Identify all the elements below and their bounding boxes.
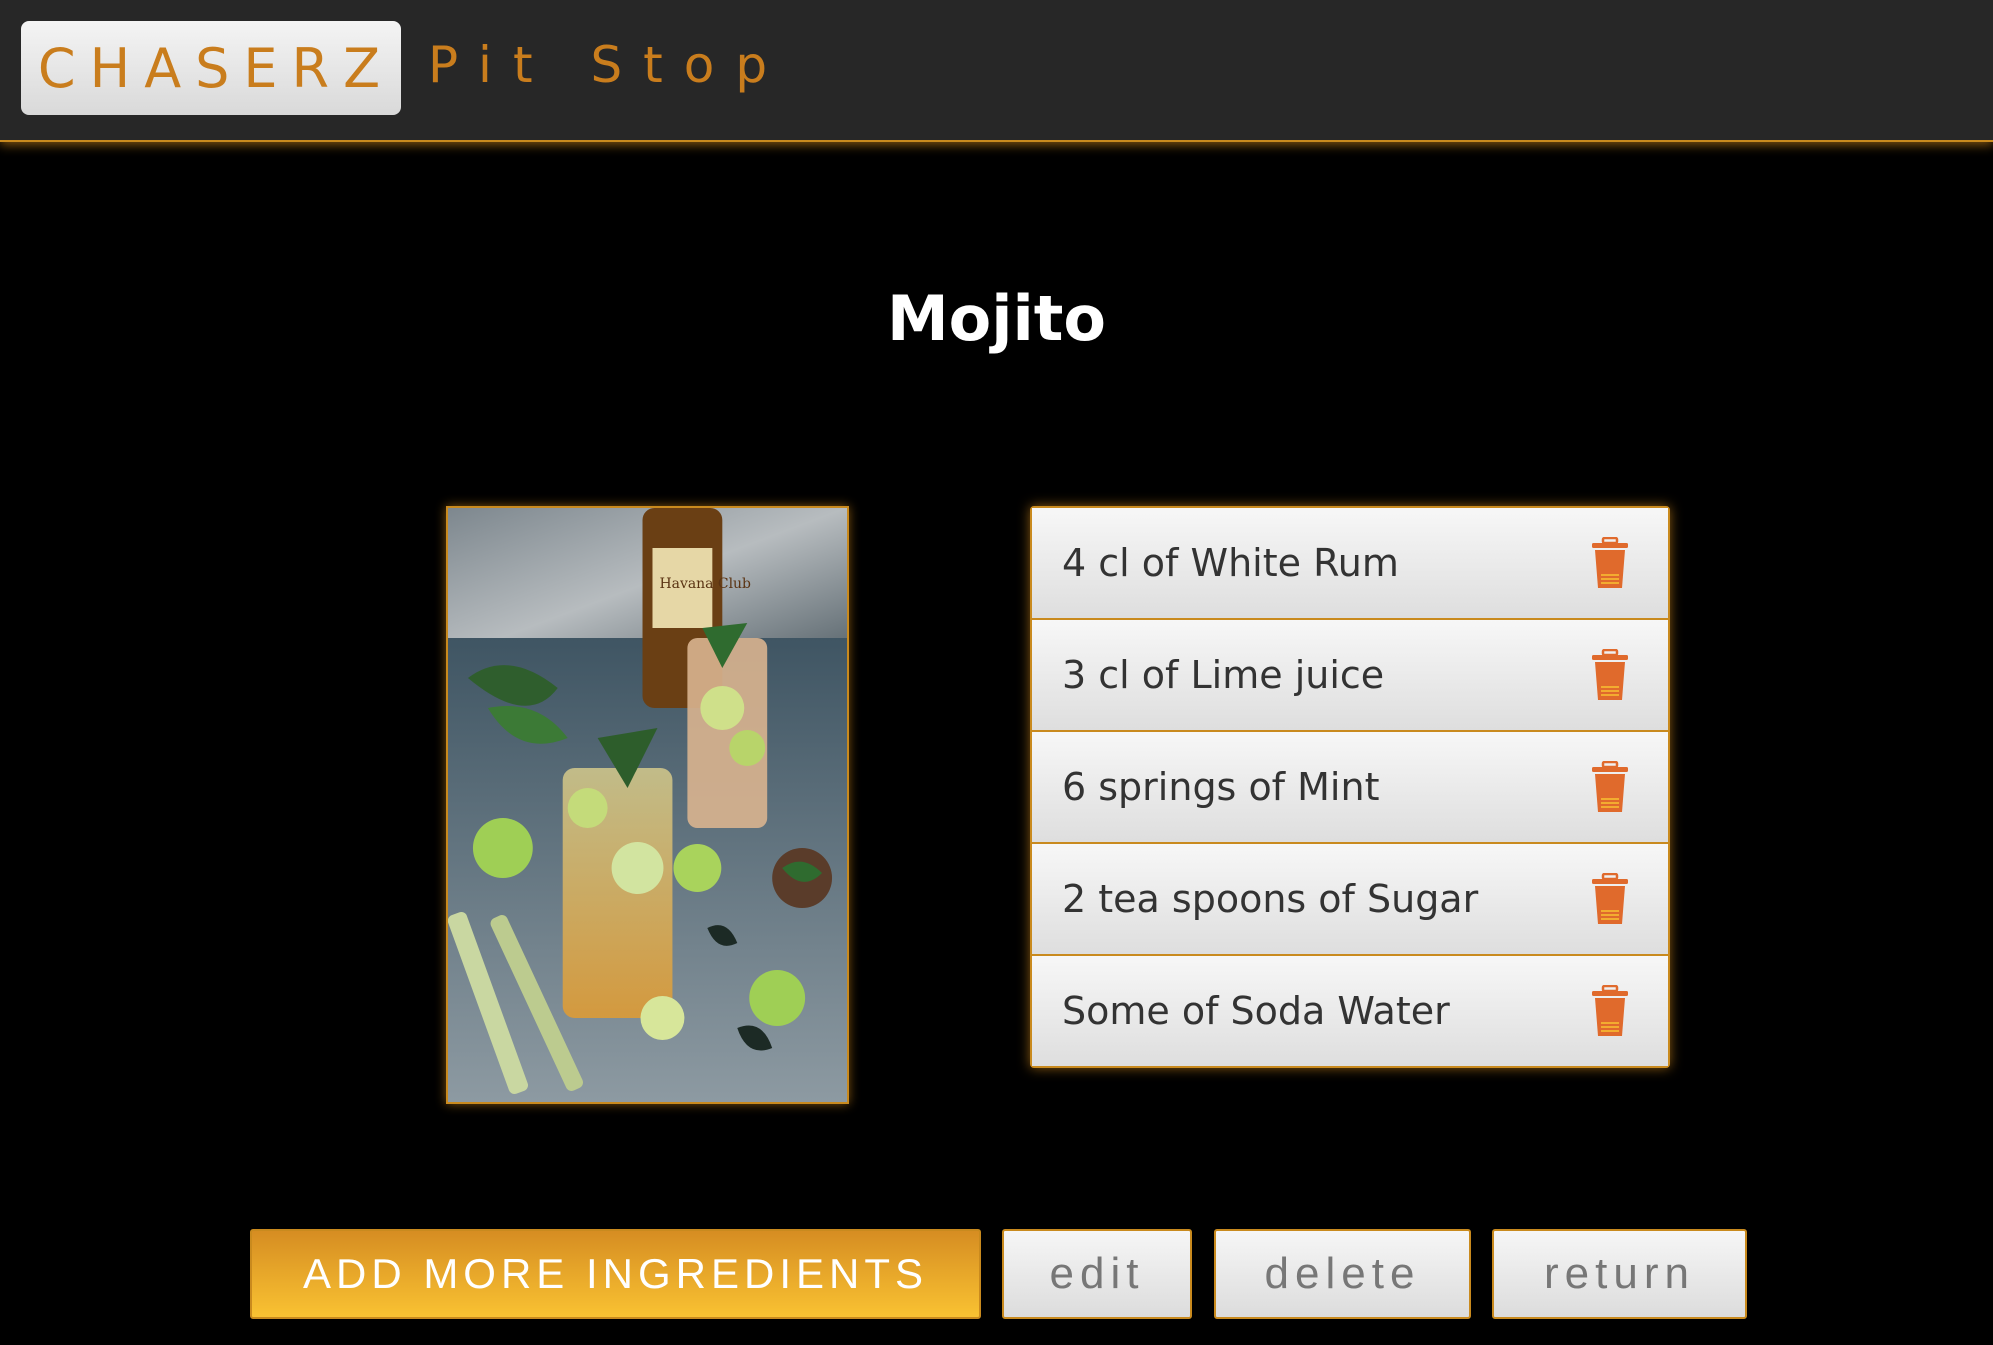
trash-icon[interactable]: [1590, 873, 1630, 925]
brand-logo[interactable]: CHASERZ: [21, 21, 401, 115]
ingredient-label: 6 springs of Mint: [1062, 765, 1380, 809]
ingredient-item: 2 tea spoons of Sugar: [1032, 844, 1668, 956]
trash-icon[interactable]: [1590, 985, 1630, 1037]
delete-button[interactable]: delete: [1214, 1229, 1471, 1319]
trash-icon[interactable]: [1590, 537, 1630, 589]
trash-icon[interactable]: [1590, 649, 1630, 701]
recipe-photo: Havana Club: [446, 506, 849, 1104]
recipe-title: Mojito: [886, 282, 1107, 355]
bottle-label: Havana Club: [659, 576, 751, 592]
action-bar: ADD MORE INGREDIENTS edit delete return: [0, 1229, 1993, 1319]
ingredient-label: Some of Soda Water: [1062, 989, 1450, 1033]
ingredient-label: 2 tea spoons of Sugar: [1062, 877, 1479, 921]
return-button[interactable]: return: [1492, 1229, 1747, 1319]
mojito-photo-illustration: Havana Club: [448, 508, 847, 1102]
edit-button[interactable]: edit: [1002, 1229, 1192, 1319]
ingredient-item: 3 cl of Lime juice: [1032, 620, 1668, 732]
ingredient-item: Some of Soda Water: [1032, 956, 1668, 1066]
ingredient-label: 3 cl of Lime juice: [1062, 653, 1385, 697]
navbar: CHASERZ Pit Stop: [0, 0, 1993, 142]
trash-icon[interactable]: [1590, 761, 1630, 813]
ingredient-item: 4 cl of White Rum: [1032, 508, 1668, 620]
site-subtitle: Pit Stop: [428, 36, 789, 94]
ingredient-item: 6 springs of Mint: [1032, 732, 1668, 844]
ingredient-label: 4 cl of White Rum: [1062, 541, 1399, 585]
add-more-ingredients-button[interactable]: ADD MORE INGREDIENTS: [250, 1229, 981, 1319]
ingredient-list: 4 cl of White Rum 3 cl of Lime juice 6 s…: [1030, 506, 1670, 1068]
